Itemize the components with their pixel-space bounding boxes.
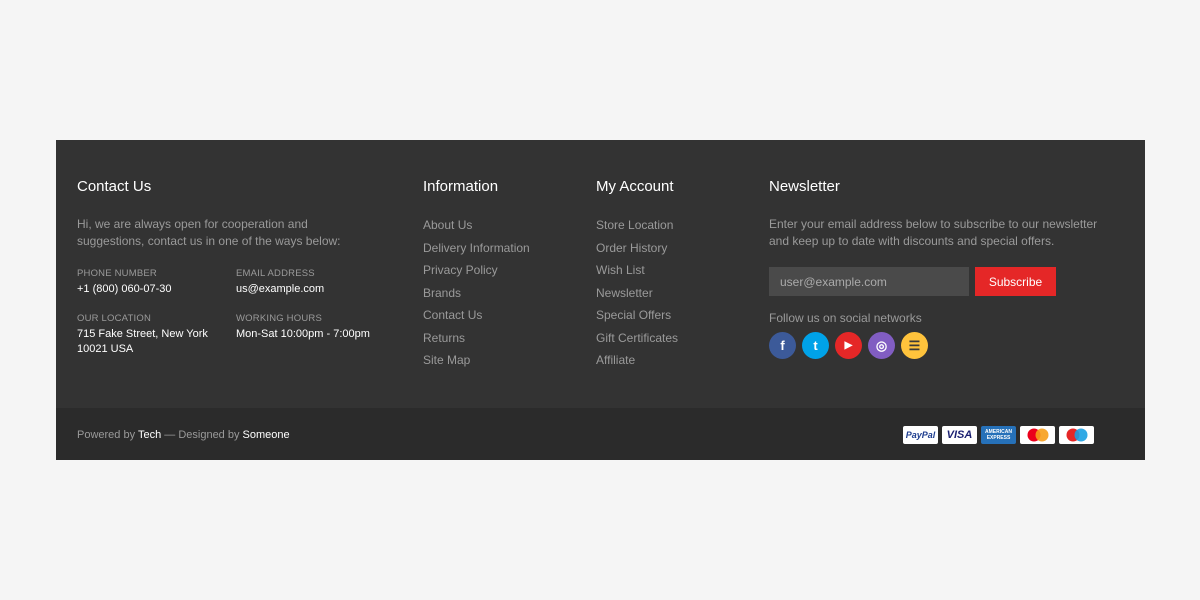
contact-intro: Hi, we are always open for cooperation a…: [77, 217, 341, 248]
link-delivery-information[interactable]: Delivery Information: [423, 241, 530, 264]
maestro-icon: [1059, 426, 1094, 444]
phone-label: Phone Number: [77, 268, 157, 279]
facebook-icon[interactable]: f: [769, 332, 796, 359]
link-privacy-policy[interactable]: Privacy Policy: [423, 263, 530, 286]
link-store-location[interactable]: Store Location: [596, 218, 678, 241]
link-affiliate[interactable]: Affiliate: [596, 353, 678, 376]
subscribe-button[interactable]: Subscribe: [975, 267, 1056, 296]
instagram-icon[interactable]: ◎: [868, 332, 895, 359]
information-column: Information About Us Delivery Informatio…: [423, 178, 530, 376]
link-returns[interactable]: Returns: [423, 331, 530, 354]
site-footer: Contact Us Hi, we are always open for co…: [56, 140, 1145, 460]
payment-methods: PayPal VISA AMERICAN EXPRESS: [903, 426, 1094, 444]
twitter-icon[interactable]: t: [802, 332, 829, 359]
location-label: Our Location: [77, 313, 152, 324]
hours-label: Working Hours: [236, 313, 322, 324]
contact-column: Contact Us Hi, we are always open for co…: [77, 178, 377, 355]
visa-icon: VISA: [942, 426, 977, 444]
link-newsletter[interactable]: Newsletter: [596, 286, 678, 309]
youtube-icon[interactable]: ▶: [835, 332, 862, 359]
email-label: Email Address: [236, 268, 315, 279]
someone-link[interactable]: Someone: [243, 429, 290, 441]
email-value: us@example.com: [236, 283, 325, 295]
contact-title: Contact Us: [77, 178, 152, 195]
newsletter-intro: Enter your email address below to subscr…: [769, 217, 1098, 248]
newsletter-column: Newsletter Enter your email address belo…: [769, 178, 1099, 359]
tech-link[interactable]: Tech: [138, 429, 161, 441]
follow-text: Follow us on social networks: [769, 311, 922, 325]
paypal-icon: PayPal: [903, 426, 938, 444]
newsletter-email-input[interactable]: [769, 267, 969, 296]
mastercard-icon: [1020, 426, 1055, 444]
link-brands[interactable]: Brands: [423, 286, 530, 309]
footer-bottom: Powered by Tech — Designed by Someone Pa…: [56, 408, 1145, 460]
link-gift-certificates[interactable]: Gift Certificates: [596, 331, 678, 354]
link-order-history[interactable]: Order History: [596, 241, 678, 264]
link-site-map[interactable]: Site Map: [423, 353, 530, 376]
account-column: My Account Store Location Order History …: [596, 178, 678, 376]
rss-icon[interactable]: ☰: [901, 332, 928, 359]
information-title: Information: [423, 178, 499, 195]
account-title: My Account: [596, 178, 674, 195]
social-links: f t ▶ ◎ ☰: [769, 332, 1099, 359]
designed-by-text: — Designed by: [164, 429, 240, 441]
amex-icon: AMERICAN EXPRESS: [981, 426, 1016, 444]
phone-value: +1 (800) 060-07-30: [77, 283, 172, 295]
link-wish-list[interactable]: Wish List: [596, 263, 678, 286]
credits: Powered by Tech — Designed by Someone: [77, 429, 290, 441]
location-value: 715 Fake Street, New York 10021 USA: [77, 328, 208, 355]
newsletter-title: Newsletter: [769, 178, 840, 195]
hours-value: Mon-Sat 10:00pm - 7:00pm: [236, 328, 370, 340]
powered-by-text: Powered by: [77, 429, 136, 441]
link-special-offers[interactable]: Special Offers: [596, 308, 678, 331]
link-contact-us[interactable]: Contact Us: [423, 308, 530, 331]
link-about-us[interactable]: About Us: [423, 218, 530, 241]
